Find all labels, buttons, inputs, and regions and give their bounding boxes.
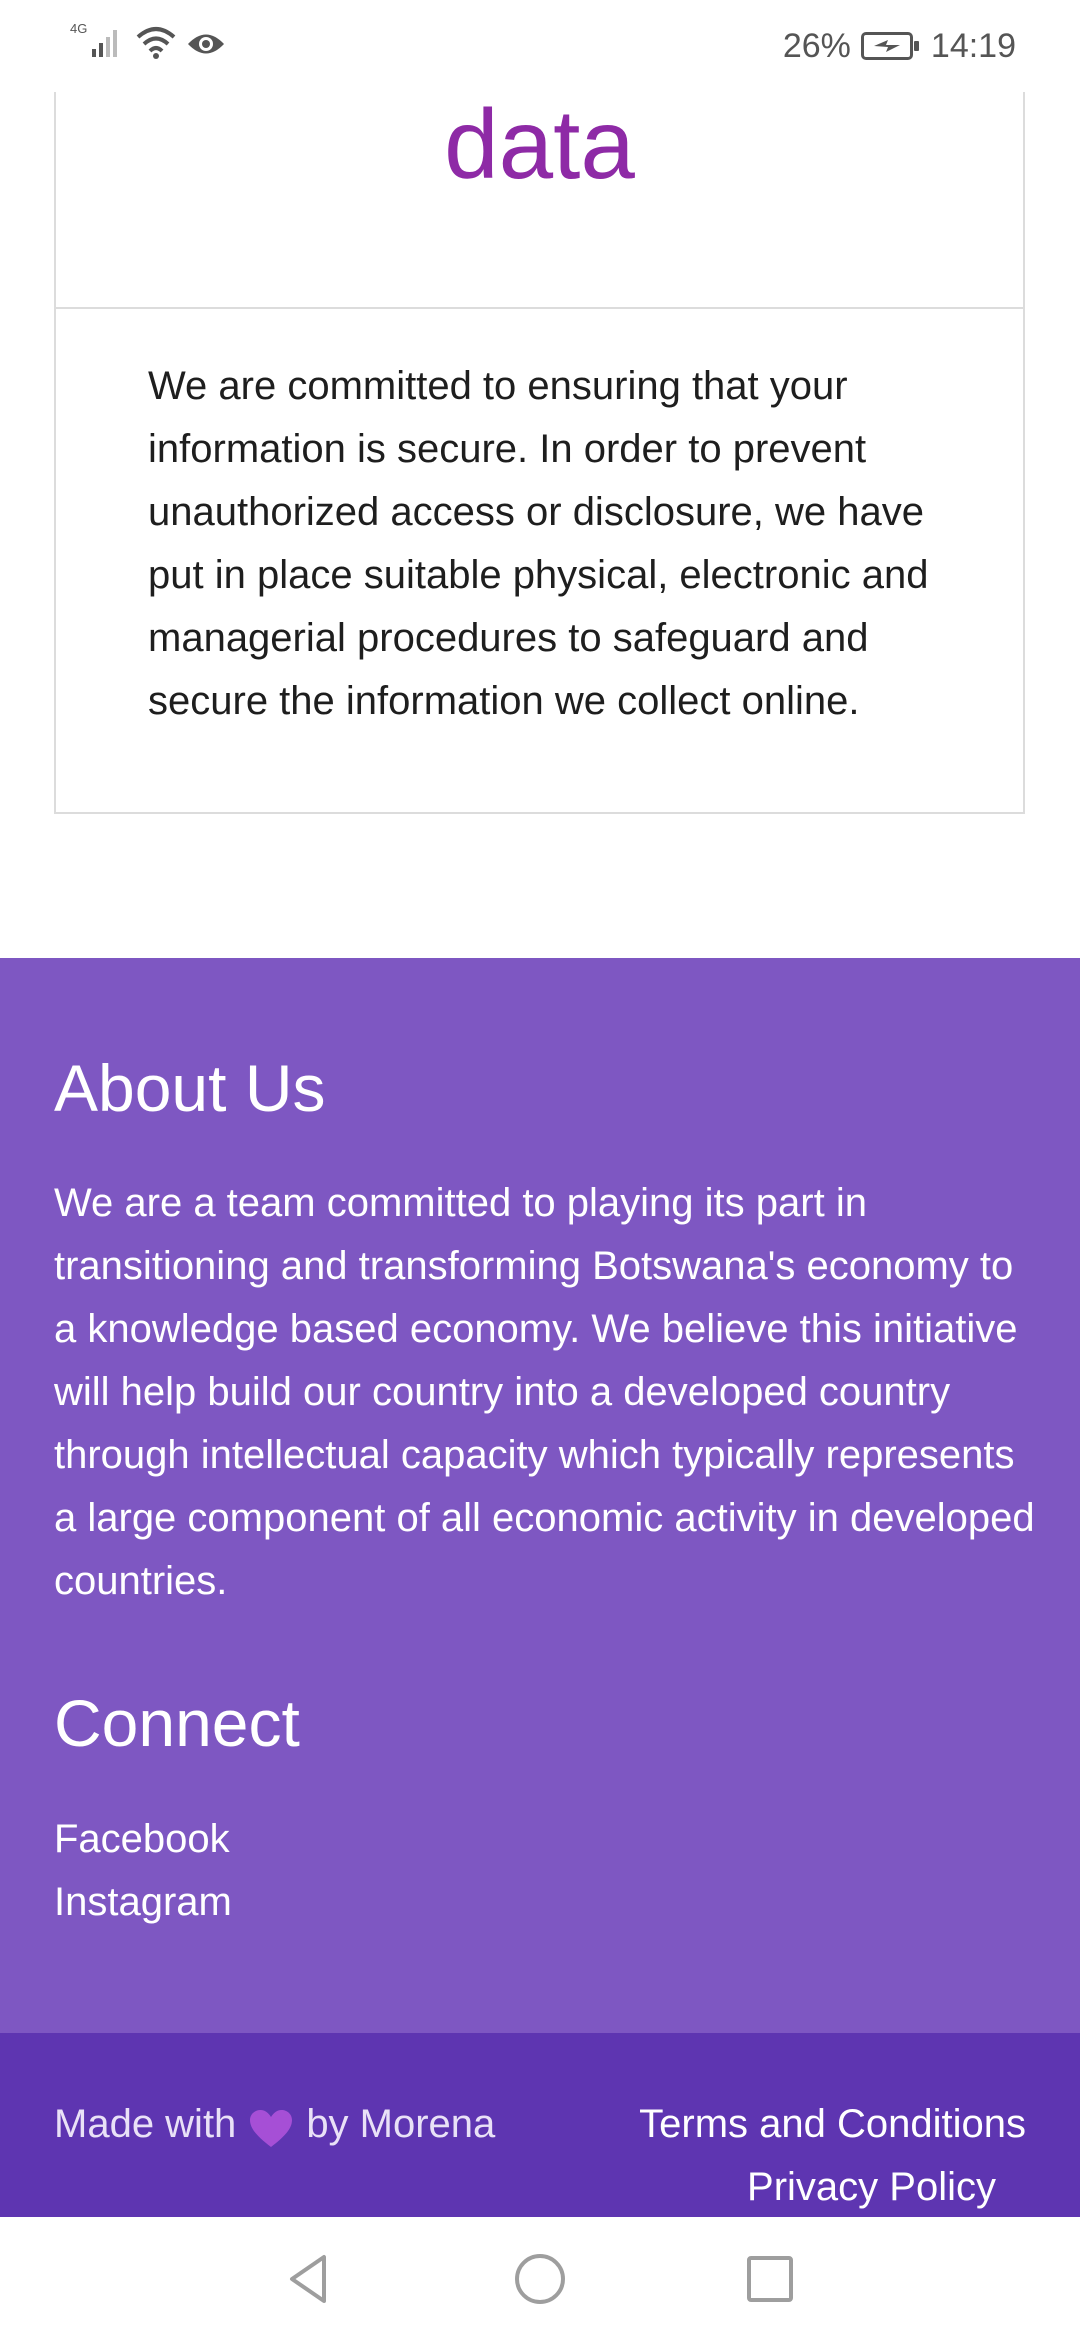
privacy-policy-link[interactable]: Privacy Policy	[639, 2156, 996, 2219]
footer: About Us We are a team committed to play…	[0, 958, 1080, 2033]
card-body-text: We are committed to ensuring that your i…	[148, 364, 929, 723]
heart-icon	[248, 2105, 294, 2147]
recent-apps-icon[interactable]	[740, 2249, 800, 2309]
card-header: How we protect your data	[56, 60, 1023, 309]
legal-links: Terms and Conditions Privacy Policy	[639, 2093, 1026, 2219]
signal-icon: 4G	[70, 19, 126, 64]
made-with-credit: Made with by Morena	[54, 2093, 495, 2156]
wifi-icon	[136, 25, 176, 64]
connect-title: Connect	[54, 1686, 300, 1760]
facebook-link[interactable]: Facebook	[54, 1808, 232, 1871]
terms-link[interactable]: Terms and Conditions	[639, 2093, 1026, 2156]
data-protection-card: How we protect your data We are committe…	[54, 60, 1025, 814]
battery-icon	[860, 32, 919, 60]
clock: 14:19	[930, 26, 1016, 65]
status-bar: 4G 26% 14:19	[0, 0, 1080, 92]
home-icon[interactable]	[510, 2249, 570, 2309]
made-with-prefix: Made with	[54, 2102, 237, 2146]
connect-links: Facebook Instagram	[54, 1808, 232, 1934]
instagram-link[interactable]: Instagram	[54, 1871, 232, 1934]
network-type-label: 4G	[70, 21, 87, 36]
footer-bottom-bar: Made with by Morena Terms and Conditions…	[0, 2033, 1080, 2217]
about-text: We are a team committed to playing its p…	[54, 1181, 1035, 1603]
about-title: About Us	[54, 1051, 326, 1125]
eye-icon	[186, 29, 226, 64]
made-with-suffix: by Morena	[306, 2102, 496, 2146]
battery-percent: 26%	[782, 26, 851, 65]
system-nav-bar	[0, 2217, 1080, 2340]
back-icon[interactable]	[280, 2249, 340, 2309]
